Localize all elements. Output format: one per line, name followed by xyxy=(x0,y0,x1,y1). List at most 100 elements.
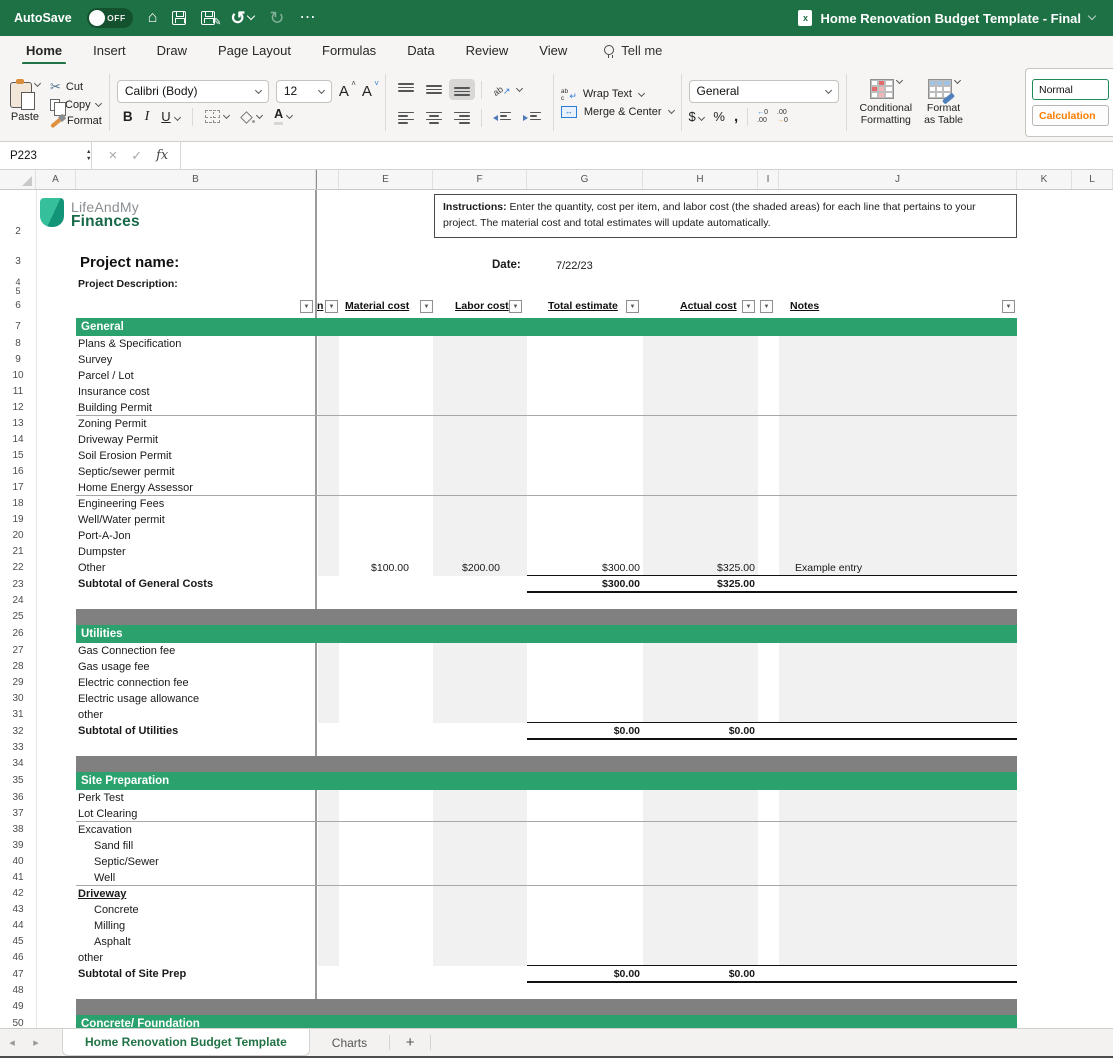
row-header-42[interactable]: 42 xyxy=(0,886,36,902)
row-header-5[interactable]: 5 xyxy=(0,286,36,296)
increase-indent-button[interactable] xyxy=(518,108,546,129)
item-label-cell[interactable]: Electric usage allowance xyxy=(78,691,199,707)
item-label-cell[interactable]: Concrete xyxy=(94,902,139,918)
cancel-icon[interactable]: × xyxy=(108,147,117,164)
instructions-box[interactable]: Instructions: Enter the quantity, cost p… xyxy=(434,194,1017,238)
filter-header-col-d[interactable]: n xyxy=(317,300,323,312)
row-header-6[interactable]: 6 xyxy=(0,300,36,311)
underline-button[interactable]: U xyxy=(161,108,180,126)
row-header-35[interactable]: 35 xyxy=(0,772,36,790)
decrease-font-size-button[interactable]: A˅ xyxy=(362,83,378,100)
number-format-select[interactable]: General xyxy=(689,80,839,103)
row-header-25[interactable]: 25 xyxy=(0,609,36,625)
format-as-table-button[interactable]: Formatas Table xyxy=(918,68,969,137)
align-center-button[interactable] xyxy=(421,108,447,129)
item-label-cell[interactable]: Well/Water permit xyxy=(78,512,165,528)
tab-home[interactable]: Home xyxy=(24,38,64,63)
item-label-cell[interactable]: Port-A-Jon xyxy=(78,528,131,544)
item-label-cell[interactable]: other xyxy=(78,707,103,723)
row-header-43[interactable]: 43 xyxy=(0,902,36,918)
row-header-46[interactable]: 46 xyxy=(0,950,36,966)
more-commands-icon[interactable]: ⋯ xyxy=(300,10,317,26)
row-header-20[interactable]: 20 xyxy=(0,528,36,544)
filter-dropdown-total-estimate[interactable]: ▼ xyxy=(626,300,639,313)
row-header-19[interactable]: 19 xyxy=(0,512,36,528)
filter-header-total-estimate[interactable]: Total estimate xyxy=(548,300,618,312)
row-header-7[interactable]: 7 xyxy=(0,318,36,336)
home-icon[interactable]: ⌂ xyxy=(148,10,158,26)
align-left-button[interactable] xyxy=(393,108,419,129)
section-header-row[interactable]: Concrete/ Foundation xyxy=(76,1015,1017,1028)
row-header-33[interactable]: 33 xyxy=(0,740,36,756)
redo-button[interactable]: ↻ xyxy=(269,9,284,27)
undo-button[interactable]: ↺ xyxy=(230,9,254,27)
section-header-row[interactable]: Site Preparation xyxy=(76,772,1017,790)
sheet-tab-home-renovation[interactable]: Home Renovation Budget Template xyxy=(62,1029,310,1056)
value-cell-f[interactable]: $200.00 xyxy=(433,560,500,576)
bold-button[interactable]: B xyxy=(123,109,133,124)
column-header-J[interactable]: J xyxy=(779,170,1017,189)
comma-format-button[interactable]: , xyxy=(734,108,738,125)
row-header-23[interactable]: 23 xyxy=(0,576,36,593)
row-header-17[interactable]: 17 xyxy=(0,480,36,496)
item-label-cell[interactable]: Soil Erosion Permit xyxy=(78,448,172,464)
row-header-3[interactable]: 3 xyxy=(0,256,36,267)
row-header-50[interactable]: 50 xyxy=(0,1015,36,1028)
formula-input[interactable] xyxy=(181,142,1113,169)
row-header-39[interactable]: 39 xyxy=(0,838,36,854)
row-header-10[interactable]: 10 xyxy=(0,368,36,384)
row-header-36[interactable]: 36 xyxy=(0,790,36,806)
row-header-48[interactable]: 48 xyxy=(0,983,36,999)
filter-header-material-cost[interactable]: Material cost xyxy=(345,300,409,312)
enter-icon[interactable]: ✓ xyxy=(131,148,142,164)
row-header-32[interactable]: 32 xyxy=(0,723,36,740)
text-orientation-button[interactable] xyxy=(488,77,516,103)
project-description-label[interactable]: Project Description: xyxy=(78,278,178,290)
item-label-cell[interactable]: Gas Connection fee xyxy=(78,643,175,659)
filter-dropdown-col-d[interactable]: ▼ xyxy=(325,300,338,313)
wrap-text-button[interactable]: Wrap Text xyxy=(561,88,674,101)
item-label-cell[interactable]: Plans & Specification xyxy=(78,336,181,352)
merge-center-button[interactable]: Merge & Center xyxy=(561,106,674,118)
save-as-icon[interactable]: ✎ xyxy=(201,11,215,25)
item-label-cell[interactable]: Sand fill xyxy=(94,838,133,854)
row-header-16[interactable]: 16 xyxy=(0,464,36,480)
date-label[interactable]: Date: xyxy=(492,259,521,271)
item-label-cell[interactable]: Other xyxy=(78,560,106,576)
row-header-26[interactable]: 26 xyxy=(0,625,36,643)
row-header-9[interactable]: 9 xyxy=(0,352,36,368)
row-header-14[interactable]: 14 xyxy=(0,432,36,448)
align-top-button[interactable] xyxy=(393,79,419,100)
row-header-2[interactable]: 2 xyxy=(0,226,36,237)
row-header-22[interactable]: 22 xyxy=(0,560,36,576)
italic-button[interactable]: I xyxy=(145,109,150,125)
item-label-cell[interactable]: Perk Test xyxy=(78,790,124,806)
tell-me[interactable]: Tell me xyxy=(604,43,662,58)
name-box[interactable]: P223 xyxy=(0,150,72,162)
column-header-K[interactable]: K xyxy=(1017,170,1072,189)
section-header-row[interactable]: Utilities xyxy=(76,625,1017,643)
style-calculation[interactable]: Calculation xyxy=(1032,105,1109,126)
row-header-13[interactable]: 13 xyxy=(0,416,36,432)
font-size-select[interactable]: 12 xyxy=(276,80,332,103)
borders-button[interactable] xyxy=(205,110,229,123)
row-header-45[interactable]: 45 xyxy=(0,934,36,950)
filter-dropdown-notes[interactable]: ▼ xyxy=(1002,300,1015,313)
paste-button[interactable]: Paste xyxy=(8,80,42,125)
row-header-15[interactable]: 15 xyxy=(0,448,36,464)
column-header-G[interactable]: G xyxy=(527,170,643,189)
item-label-cell[interactable]: Driveway xyxy=(78,886,126,902)
row-header-41[interactable]: 41 xyxy=(0,870,36,886)
autosave-toggle[interactable]: OFF xyxy=(87,8,133,28)
date-value[interactable]: 7/22/23 xyxy=(556,260,593,272)
item-label-cell[interactable]: Zoning Permit xyxy=(78,416,146,432)
row-header-27[interactable]: 27 xyxy=(0,643,36,659)
project-name-label[interactable]: Project name: xyxy=(80,254,179,271)
column-header-I[interactable]: I xyxy=(758,170,779,189)
item-label-cell[interactable]: Driveway Permit xyxy=(78,432,158,448)
column-header-E[interactable]: E xyxy=(339,170,433,189)
item-label-cell[interactable]: Building Permit xyxy=(78,400,152,416)
style-normal[interactable]: Normal xyxy=(1032,79,1109,100)
item-label-cell[interactable]: Parcel / Lot xyxy=(78,368,134,384)
row-header-49[interactable]: 49 xyxy=(0,999,36,1015)
